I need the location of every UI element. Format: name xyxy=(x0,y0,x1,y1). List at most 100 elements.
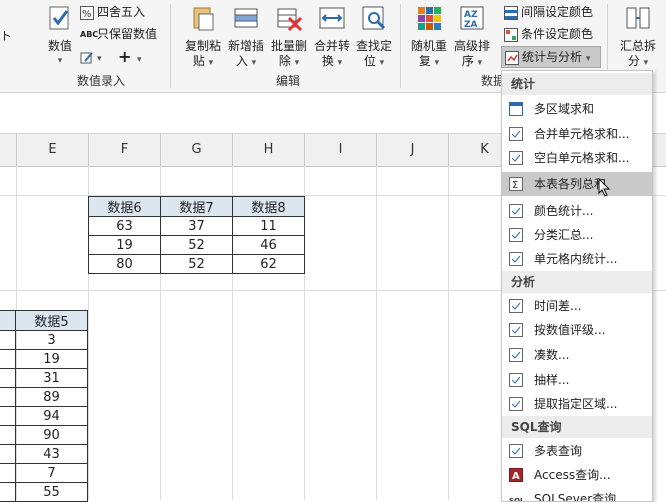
insert-new-button[interactable]: 新增插 入 ▾ xyxy=(224,4,268,68)
table-cell[interactable]: 37 xyxy=(160,216,233,236)
condition-color-button[interactable]: 条件设定颜色 xyxy=(504,24,593,44)
table-cell[interactable]: 80 xyxy=(88,254,161,274)
menu-item-label: 抽样... xyxy=(534,373,570,387)
menu-item-multi-sum[interactable]: 多区域求和 xyxy=(502,97,652,121)
table-cell-partial[interactable] xyxy=(0,425,16,445)
column-header[interactable]: J xyxy=(377,134,449,166)
table-cell[interactable]: 19 xyxy=(15,349,88,369)
table-cell[interactable]: 90 xyxy=(15,425,88,445)
group-edit-label: 编辑 xyxy=(275,74,300,88)
insert-rows-icon xyxy=(234,8,258,28)
table-cell-partial[interactable] xyxy=(0,368,16,388)
group-numeric-label: 数值录入 xyxy=(76,74,125,88)
ribbon-divider xyxy=(400,4,401,88)
menu-item-subtotal[interactable]: 分类汇总... xyxy=(502,223,652,247)
menu-item-access[interactable]: A Access查询... xyxy=(502,463,652,487)
batch-delete-button[interactable]: 批量删 除 ▾ xyxy=(267,4,311,68)
table-header[interactable]: 数据8 xyxy=(232,196,305,217)
round-button[interactable]: % 四舍五入 xyxy=(80,2,145,22)
percent-icon: % xyxy=(80,5,94,20)
table-header[interactable]: 数据7 xyxy=(160,196,233,217)
edit-icon xyxy=(80,51,93,63)
table-cell[interactable]: 52 xyxy=(160,254,233,274)
menu-item-make-up[interactable]: 凑数... xyxy=(502,343,652,367)
table-cell[interactable]: 3 xyxy=(15,330,88,350)
stats-analysis-button[interactable]: 统计与分析 ▾ xyxy=(501,46,601,68)
table-cell[interactable]: 55 xyxy=(15,482,88,502)
table-cell[interactable]: 46 xyxy=(232,235,305,255)
column-header[interactable]: I xyxy=(305,134,377,166)
summary-split-button[interactable]: 汇总拆 分 ▾ xyxy=(616,4,660,68)
sheet-icon xyxy=(509,323,523,337)
table-cell[interactable]: 11 xyxy=(232,216,305,236)
menu-item-merge-sum[interactable]: 合并单元格求和... xyxy=(502,122,652,146)
table-cell-partial[interactable] xyxy=(0,482,16,502)
svg-text:AZ: AZ xyxy=(464,10,478,20)
add-button[interactable]: + ▾ xyxy=(118,47,142,67)
advanced-sort-button[interactable]: AZ ZA 高级排 序 ▾ xyxy=(450,4,494,68)
column-header[interactable]: E xyxy=(17,134,89,166)
menu-item-label: 本表各列总和 xyxy=(534,177,607,191)
summary-split-line2: 分 ▾ xyxy=(616,54,660,71)
edit-dropdown-button[interactable]: ▾ xyxy=(80,47,102,67)
table-cell[interactable]: 7 xyxy=(15,463,88,483)
menu-section-analysis: 分析 xyxy=(502,271,652,293)
mouse-cursor-icon xyxy=(598,178,611,197)
table-cell[interactable]: 43 xyxy=(15,444,88,464)
merge-convert-line2-text: 换 xyxy=(321,54,334,68)
table-cell-partial[interactable] xyxy=(0,444,16,464)
copy-paste-button[interactable]: 复制粘 贴 ▾ xyxy=(181,4,225,68)
menu-item-cell-stats[interactable]: 单元格内统计... xyxy=(502,247,652,271)
partial-left-label: ト xyxy=(0,29,13,43)
table-header-partial[interactable] xyxy=(0,310,16,331)
table-cell[interactable]: 62 xyxy=(232,254,305,274)
menu-item-rank[interactable]: 按数值评级... xyxy=(502,318,652,342)
interval-color-icon xyxy=(504,5,518,20)
column-header-partial[interactable] xyxy=(0,134,17,166)
menu-item-col-total[interactable]: Σ 本表各列总和 xyxy=(502,172,652,197)
table-cell[interactable]: 94 xyxy=(15,406,88,426)
menu-item-extract[interactable]: 提取指定区域... xyxy=(502,392,652,416)
numeric-button[interactable]: 数值 ▾ xyxy=(38,4,82,68)
chevron-down-icon: ▾ xyxy=(434,58,440,68)
copy-paste-line1: 复制粘 xyxy=(184,39,221,53)
round-button-label: 四舍五入 xyxy=(97,5,146,19)
column-header[interactable]: H xyxy=(233,134,305,166)
menu-item-blank-sum[interactable]: 空白单元格求和... xyxy=(502,146,652,170)
table-cell[interactable]: 19 xyxy=(88,235,161,255)
table-cell[interactable]: 52 xyxy=(160,235,233,255)
random-repeat-button[interactable]: 随机重 复 ▾ xyxy=(407,4,451,68)
numeric-check-icon xyxy=(49,6,69,30)
find-locate-button[interactable]: 查找定 位 ▾ xyxy=(352,4,396,68)
advanced-sort-line2: 序 ▾ xyxy=(450,54,494,71)
menu-item-sample[interactable]: 抽样... xyxy=(502,368,652,392)
table-header[interactable]: 数据5 xyxy=(15,310,88,331)
table-cell-partial[interactable] xyxy=(0,349,16,369)
column-header[interactable]: F xyxy=(89,134,161,166)
menu-item-color-stats[interactable]: 颜色统计... xyxy=(502,199,652,223)
menu-item-multi-query[interactable]: 多表查询 xyxy=(502,439,652,463)
random-repeat-line1: 随机重 xyxy=(410,39,447,53)
table-cell[interactable]: 89 xyxy=(15,387,88,407)
find-locate-line1: 查找定 xyxy=(355,39,392,53)
keep-value-button[interactable]: ABC只保留数值 xyxy=(80,24,157,44)
keep-value-label: 只保留数值 xyxy=(97,27,158,41)
ribbon-divider xyxy=(170,4,171,88)
table-cell-partial[interactable] xyxy=(0,387,16,407)
merge-convert-button[interactable]: 合并转 换 ▾ xyxy=(310,4,354,68)
interval-color-button[interactable]: 间隔设定颜色 xyxy=(504,2,593,22)
table-cell-partial[interactable] xyxy=(0,406,16,426)
grid-line xyxy=(376,166,377,500)
abc-icon: ABC xyxy=(80,29,99,39)
find-locate-line2-text: 位 xyxy=(363,54,376,68)
menu-item-time-diff[interactable]: 时间差... xyxy=(502,294,652,318)
chevron-down-icon: ▾ xyxy=(379,58,385,68)
table-cell[interactable]: 63 xyxy=(88,216,161,236)
copy-paste-line2-text: 贴 xyxy=(192,54,205,68)
table-cell-partial[interactable] xyxy=(0,463,16,483)
table-cell[interactable]: 31 xyxy=(15,368,88,388)
table-header[interactable]: 数据6 xyxy=(88,196,161,217)
column-header[interactable]: G xyxy=(161,134,233,166)
sheet-icon xyxy=(509,127,523,141)
table-cell-partial[interactable] xyxy=(0,330,16,350)
